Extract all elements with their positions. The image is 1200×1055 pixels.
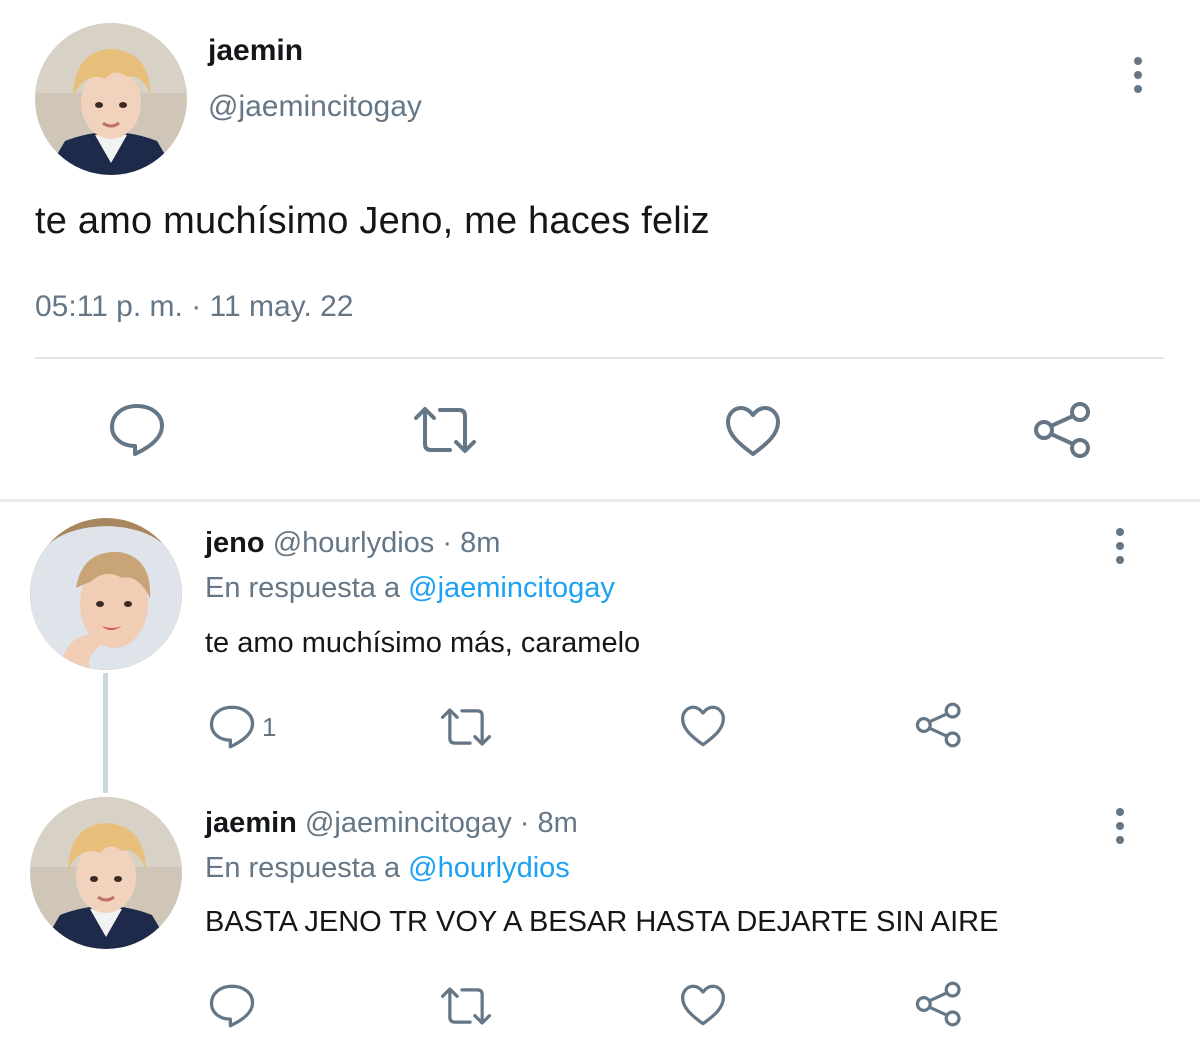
reply-icon[interactable]: [208, 704, 256, 750]
reply-header: jeno @hourlydios · 8m: [205, 527, 500, 560]
avatar-jaemin-main[interactable]: [35, 23, 187, 175]
reply-context-mention[interactable]: @jaemincitogay: [408, 572, 615, 604]
main-divider: [35, 357, 1164, 359]
share-icon[interactable]: [914, 701, 964, 749]
reply-time: · 8m: [442, 527, 501, 559]
reply-icon[interactable]: [108, 402, 166, 458]
reply-time: · 8m: [519, 807, 578, 839]
reply-context: En respuesta a @hourlydios: [205, 852, 570, 885]
main-tweet-text: te amo muchísimo Jeno, me haces feliz: [35, 200, 710, 242]
reply-context: En respuesta a @jaemincitogay: [205, 572, 615, 605]
reply-author-handle[interactable]: @hourlydios: [273, 527, 435, 559]
avatar-jeno[interactable]: [30, 518, 182, 670]
reply-icon[interactable]: [208, 983, 256, 1029]
reply-text: BASTA JENO TR VOY A BESAR HASTA DEJARTE …: [205, 906, 999, 938]
reply-author-handle[interactable]: @jaemincitogay: [305, 807, 512, 839]
reply-context-prefix: En respuesta a: [205, 852, 401, 884]
retweet-icon[interactable]: [439, 706, 493, 748]
like-icon[interactable]: [679, 983, 727, 1027]
reply-author-name[interactable]: jaemin: [205, 807, 297, 839]
thread-line: [103, 673, 108, 793]
reply-context-mention[interactable]: @hourlydios: [408, 852, 570, 884]
more-options-icon[interactable]: [1115, 528, 1125, 564]
avatar-jaemin-reply[interactable]: [30, 797, 182, 949]
reply-header: jaemin @jaemincitogay · 8m: [205, 807, 578, 840]
like-icon[interactable]: [724, 404, 782, 458]
main-author-name[interactable]: jaemin: [208, 34, 303, 68]
share-icon[interactable]: [1032, 400, 1094, 460]
retweet-icon[interactable]: [412, 404, 478, 456]
main-tweet-timestamp: 05:11 p. m. · 11 may. 22: [35, 290, 354, 323]
more-options-icon[interactable]: [1133, 57, 1143, 93]
reply-text: te amo muchísimo más, caramelo: [205, 627, 641, 659]
retweet-icon[interactable]: [439, 985, 493, 1027]
section-divider: [0, 499, 1200, 502]
like-icon[interactable]: [679, 704, 727, 748]
reply-count: 1: [262, 712, 277, 742]
share-icon[interactable]: [914, 980, 964, 1028]
more-options-icon[interactable]: [1115, 808, 1125, 844]
main-author-handle[interactable]: @jaemincitogay: [208, 90, 422, 124]
reply-author-name[interactable]: jeno: [205, 527, 265, 559]
reply-context-prefix: En respuesta a: [205, 572, 401, 604]
